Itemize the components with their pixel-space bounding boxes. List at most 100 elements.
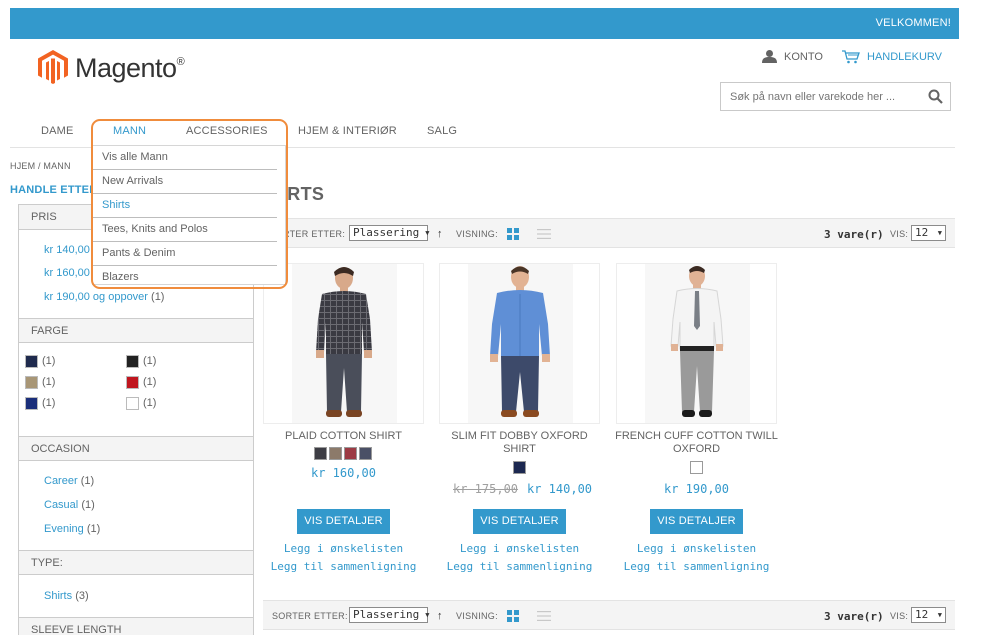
nav-item-dame[interactable]: DAME (41, 125, 74, 137)
search-input[interactable] (721, 83, 921, 110)
filter-heading-occasion: OCCASION (19, 436, 253, 461)
nav-item-salg[interactable]: SALG (427, 125, 457, 137)
product-name[interactable]: PLAID COTTON SHIRT (263, 430, 424, 443)
sort-direction-icon[interactable]: ↑ (437, 610, 443, 622)
select-arrow-icon: ▼ (425, 229, 430, 237)
sort-label: RTER ETTER: (283, 229, 346, 239)
product-color-swatch[interactable] (512, 461, 526, 474)
cart-icon (842, 50, 860, 64)
search-box (720, 82, 951, 111)
filter-occasion-casual[interactable]: Casual (1) (44, 499, 95, 511)
filter-price-190[interactable]: kr 190,00 og oppover (1) (44, 291, 164, 303)
account-label: KONTO (784, 50, 823, 63)
show-select[interactable]: 12 ▼ (911, 225, 946, 241)
color-swatch-count: (1) (42, 397, 56, 409)
color-swatch[interactable] (126, 376, 139, 389)
color-swatch-count: (1) (143, 355, 157, 367)
add-to-compare-link[interactable]: Legg til sammenligning (439, 560, 600, 573)
color-swatch[interactable] (25, 397, 38, 410)
grid-view-icon[interactable] (507, 610, 519, 622)
cart-label: HANDLEKURV (867, 51, 942, 63)
product-price: kr 160,00 (310, 466, 377, 480)
list-view-icon[interactable] (537, 610, 551, 622)
product-price: kr 190,00 (663, 482, 730, 496)
filter-heading-sleeve-length: SLEEVE LENGTH (19, 617, 253, 635)
product-color-swatch[interactable] (689, 461, 703, 474)
top-bar: VELKOMMEN! (10, 8, 959, 39)
dropdown-item-shirts[interactable]: Shirts (93, 194, 277, 218)
color-swatch[interactable] (25, 376, 38, 389)
product-color-swatch[interactable] (314, 447, 327, 460)
sort-select[interactable]: Plassering ▼ (349, 225, 430, 241)
show-label: VIS: (890, 229, 909, 239)
show-select[interactable]: 12 ▼ (911, 607, 946, 623)
product-old-price: kr 175,00 (453, 482, 519, 496)
nav-item-mann[interactable]: MANN (113, 125, 146, 137)
sort-direction-icon[interactable]: ↑ (437, 228, 443, 240)
cart-link[interactable]: HANDLEKURV (842, 50, 942, 64)
main-nav: DAME MANN ACCESSORIES HJEM & INTERIØR SA… (10, 120, 955, 148)
select-arrow-icon: ▼ (937, 229, 942, 237)
add-to-compare-link[interactable]: Legg til sammenligning (616, 560, 777, 573)
color-swatch[interactable] (126, 355, 139, 368)
product-color-swatch[interactable] (359, 447, 372, 460)
view-details-button[interactable]: VIS DETALJER (297, 509, 390, 534)
dropdown-item-pants-denim[interactable]: Pants & Denim (93, 242, 277, 266)
filter-heading-color: FARGE (19, 318, 253, 343)
add-to-wishlist-link[interactable]: Legg i ønskelisten (616, 542, 777, 555)
sort-label: SORTER ETTER: (272, 611, 348, 621)
item-count: 3 vare(r) (824, 610, 884, 623)
filter-title: HANDLE ETTER (10, 184, 98, 196)
view-details-button[interactable]: VIS DETALJER (473, 509, 566, 534)
list-view-icon[interactable] (537, 228, 551, 240)
view-label: VISNING: (456, 229, 498, 239)
account-link[interactable]: KONTO (762, 50, 823, 63)
welcome-text: VELKOMMEN! (875, 17, 951, 29)
product-name[interactable]: FRENCH CUFF COTTON TWILL OXFORD (612, 430, 781, 456)
color-swatch-count: (1) (42, 355, 56, 367)
product-image-plaid-shirt[interactable] (263, 263, 424, 424)
product-price: kr 140,00 (527, 482, 593, 496)
show-label: VIS: (890, 611, 909, 621)
mann-dropdown-menu: Vis alle Mann New Arrivals Shirts Tees, … (92, 145, 286, 285)
grid-view-icon[interactable] (507, 228, 519, 240)
filter-occasion-evening[interactable]: Evening (1) (44, 523, 100, 535)
filter-price-160[interactable]: kr 160,00 (44, 267, 90, 279)
view-details-button[interactable]: VIS DETALJER (650, 509, 743, 534)
dropdown-item-vis-alle[interactable]: Vis alle Mann (93, 146, 277, 170)
filter-heading-type: TYPE: (19, 550, 253, 575)
dropdown-item-tees[interactable]: Tees, Knits and Polos (93, 218, 277, 242)
dropdown-item-new-arrivals[interactable]: New Arrivals (93, 170, 277, 194)
search-icon[interactable] (928, 89, 943, 104)
color-swatch-count: (1) (143, 397, 157, 409)
select-arrow-icon: ▼ (937, 611, 942, 619)
toolbar-top: RTER ETTER: Plassering ▼ ↑ VISNING: 3 var… (263, 218, 955, 248)
dropdown-item-blazers[interactable]: Blazers (93, 266, 277, 290)
color-swatch[interactable] (126, 397, 139, 410)
magento-logo-icon (38, 50, 68, 84)
product-name[interactable]: SLIM FIT DOBBY OXFORD SHIRT (439, 430, 600, 456)
color-swatch[interactable] (25, 355, 38, 368)
product-image-oxford-shirt[interactable] (439, 263, 600, 424)
toolbar-bottom: SORTER ETTER: Plassering ▼ ↑ VISNING: 3 v… (263, 600, 955, 630)
product-color-swatch[interactable] (329, 447, 342, 460)
nav-item-accessories[interactable]: ACCESSORIES (186, 125, 268, 137)
user-icon (762, 50, 777, 63)
filter-type-shirts[interactable]: Shirts (3) (44, 590, 89, 602)
filter-price-140[interactable]: kr 140,00 (44, 244, 90, 256)
product-color-swatch[interactable] (344, 447, 357, 460)
filter-occasion-career[interactable]: Career (1) (44, 475, 94, 487)
color-swatch-count: (1) (42, 376, 56, 388)
nav-item-hjem-interior[interactable]: HJEM & INTERIØR (298, 125, 397, 137)
add-to-wishlist-link[interactable]: Legg i ønskelisten (263, 542, 424, 555)
logo[interactable]: Magento® (38, 50, 188, 90)
select-arrow-icon: ▼ (425, 611, 430, 619)
page-title: IRTS (282, 184, 325, 204)
add-to-wishlist-link[interactable]: Legg i ønskelisten (439, 542, 600, 555)
color-swatch-count: (1) (143, 376, 157, 388)
sort-select[interactable]: Plassering ▼ (349, 607, 430, 623)
add-to-compare-link[interactable]: Legg til sammenligning (263, 560, 424, 573)
breadcrumb[interactable]: HJEM / MANN (10, 161, 71, 171)
item-count: 3 vare(r) (824, 228, 884, 241)
product-image-french-cuff-shirt[interactable] (616, 263, 777, 424)
